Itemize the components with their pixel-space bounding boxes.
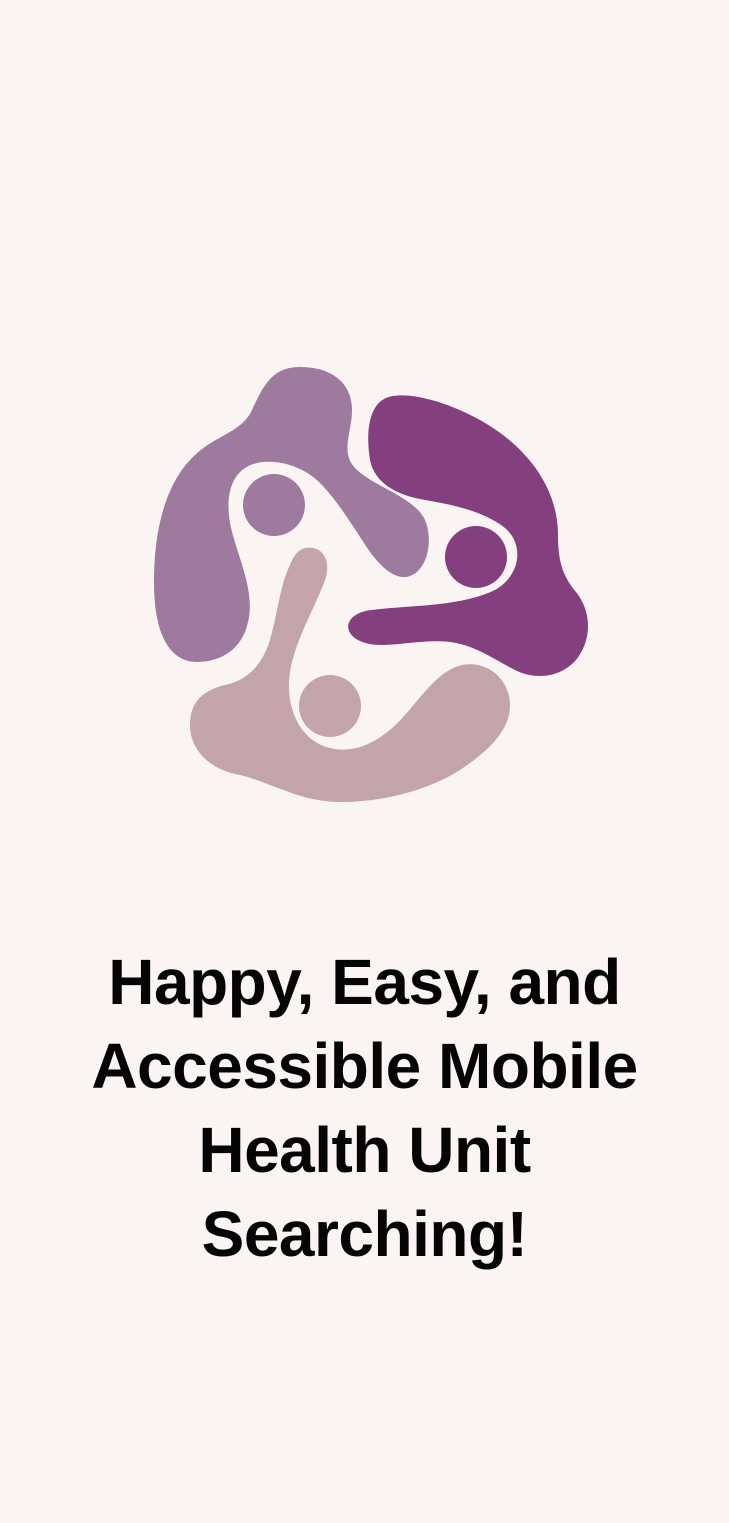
tagline-line: Searching! <box>201 1198 528 1270</box>
logo-head-light-purple <box>243 474 305 536</box>
logo-head-pink <box>299 675 361 737</box>
tagline-line: Accessible Mobile <box>91 1030 638 1102</box>
app-logo-icon <box>154 367 588 802</box>
tagline-line: Happy, Easy, and <box>108 946 621 1018</box>
logo-head-dark-purple <box>445 526 507 588</box>
tagline-heading: Happy, Easy, and Accessible Mobile Healt… <box>30 940 699 1276</box>
tagline-line: Health Unit <box>198 1114 531 1186</box>
splash-screen: Happy, Easy, and Accessible Mobile Healt… <box>0 0 729 1523</box>
